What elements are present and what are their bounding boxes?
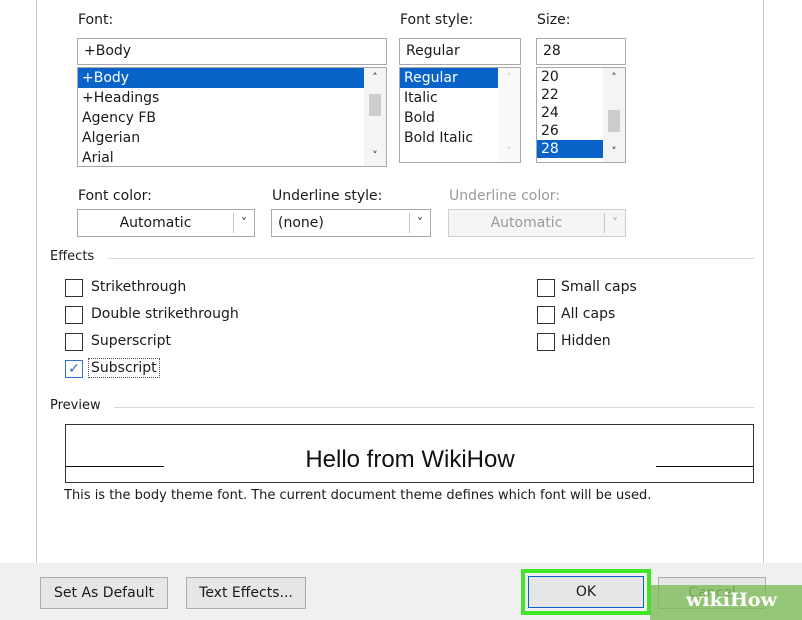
font-label-text: Font: <box>78 12 114 28</box>
font-list-item[interactable]: +Headings <box>78 88 386 108</box>
font-label: Font: <box>78 12 113 28</box>
underline-style-dropdown[interactable]: (none) ˅ <box>271 209 431 237</box>
scroll-down-icon: ˅ <box>506 145 512 158</box>
font-list-scrollbar[interactable]: ˄ ˅ <box>364 68 386 166</box>
font-style-label: Font style: <box>400 12 474 28</box>
font-list[interactable]: +Body +Headings Agency FB Algerian Arial… <box>77 67 387 167</box>
underline-color-value: Automatic <box>490 215 563 231</box>
size-list[interactable]: 20 22 24 26 28 ˄ ˅ <box>536 67 626 163</box>
scroll-down-icon[interactable]: ˅ <box>603 142 625 162</box>
font-list-item[interactable]: Arial <box>78 148 386 166</box>
double-strikethrough-label[interactable]: Double strikethrough <box>91 306 239 322</box>
font-list-item[interactable]: Agency FB <box>78 108 386 128</box>
font-style-input[interactable]: Regular <box>399 38 521 65</box>
checkbox-box[interactable] <box>537 306 555 324</box>
all-caps-checkbox[interactable] <box>537 306 555 324</box>
scroll-up-icon[interactable]: ˄ <box>603 68 625 88</box>
check-icon[interactable]: ✓ <box>65 360 83 378</box>
effects-title: Effects <box>50 249 95 264</box>
scroll-thumb[interactable] <box>369 94 381 116</box>
preview-sample-text: Hello from WikiHow <box>305 446 515 473</box>
preview-baseline-right <box>656 466 753 467</box>
all-caps-label[interactable]: All caps <box>561 306 615 322</box>
dialog-border <box>36 0 37 563</box>
superscript-label[interactable]: Superscript <box>91 333 171 349</box>
checkbox-box[interactable] <box>65 279 83 297</box>
font-list-item[interactable]: +Body <box>78 68 386 88</box>
font-list-item[interactable]: Algerian <box>78 128 386 148</box>
underline-color-label: Underline color: <box>449 188 561 204</box>
group-divider <box>114 407 754 408</box>
preview-note: This is the body theme font. The current… <box>64 488 652 503</box>
size-list-scrollbar[interactable]: ˄ ˅ <box>603 68 625 162</box>
font-style-list[interactable]: Regular Italic Bold Bold Italic ˄ ˅ <box>399 67 521 163</box>
scroll-thumb[interactable] <box>608 110 620 132</box>
font-color-label: Font color: <box>78 188 152 204</box>
preview-title: Preview <box>50 398 101 413</box>
font-color-value: Automatic <box>119 215 192 231</box>
small-caps-checkbox[interactable] <box>537 279 555 297</box>
strikethrough-checkbox[interactable] <box>65 279 83 297</box>
chevron-down-icon: ˅ <box>604 213 625 233</box>
subscript-checkbox[interactable]: ✓ <box>65 360 83 378</box>
dialog-border <box>763 0 764 563</box>
font-input[interactable]: +Body <box>77 38 387 65</box>
preview-box: Hello from WikiHow <box>65 424 754 483</box>
superscript-checkbox[interactable] <box>65 333 83 351</box>
underline-color-dropdown: Automatic ˅ <box>448 209 626 237</box>
subscript-label[interactable]: Subscript <box>88 358 160 378</box>
double-strikethrough-checkbox[interactable] <box>65 306 83 324</box>
font-style-scrollbar: ˄ ˅ <box>498 68 520 162</box>
underline-style-value: (none) <box>278 215 324 231</box>
checkbox-box[interactable] <box>537 333 555 351</box>
size-input[interactable]: 28 <box>536 38 626 65</box>
checkbox-box[interactable] <box>65 333 83 351</box>
group-divider <box>108 258 754 259</box>
set-as-default-button[interactable]: Set As Default <box>40 577 168 609</box>
size-label: Size: <box>537 12 571 28</box>
text-effects-button[interactable]: Text Effects... <box>186 577 306 609</box>
chevron-down-icon[interactable]: ˅ <box>233 213 254 233</box>
hidden-label[interactable]: Hidden <box>561 333 611 349</box>
scroll-up-icon: ˄ <box>506 71 512 84</box>
underline-style-label: Underline style: <box>272 188 383 204</box>
wikihow-logo: wikiHow <box>686 589 777 611</box>
ok-highlight-box <box>521 569 651 615</box>
checkbox-box[interactable] <box>65 306 83 324</box>
scroll-down-icon[interactable]: ˅ <box>364 146 386 166</box>
font-color-dropdown[interactable]: Automatic ˅ <box>77 209 255 237</box>
chevron-down-icon[interactable]: ˅ <box>409 213 430 233</box>
small-caps-label[interactable]: Small caps <box>561 279 637 295</box>
scroll-up-icon[interactable]: ˄ <box>364 68 386 88</box>
strikethrough-label[interactable]: Strikethrough <box>91 279 186 295</box>
hidden-checkbox[interactable] <box>537 333 555 351</box>
checkbox-box[interactable] <box>537 279 555 297</box>
preview-baseline-left <box>66 466 164 467</box>
